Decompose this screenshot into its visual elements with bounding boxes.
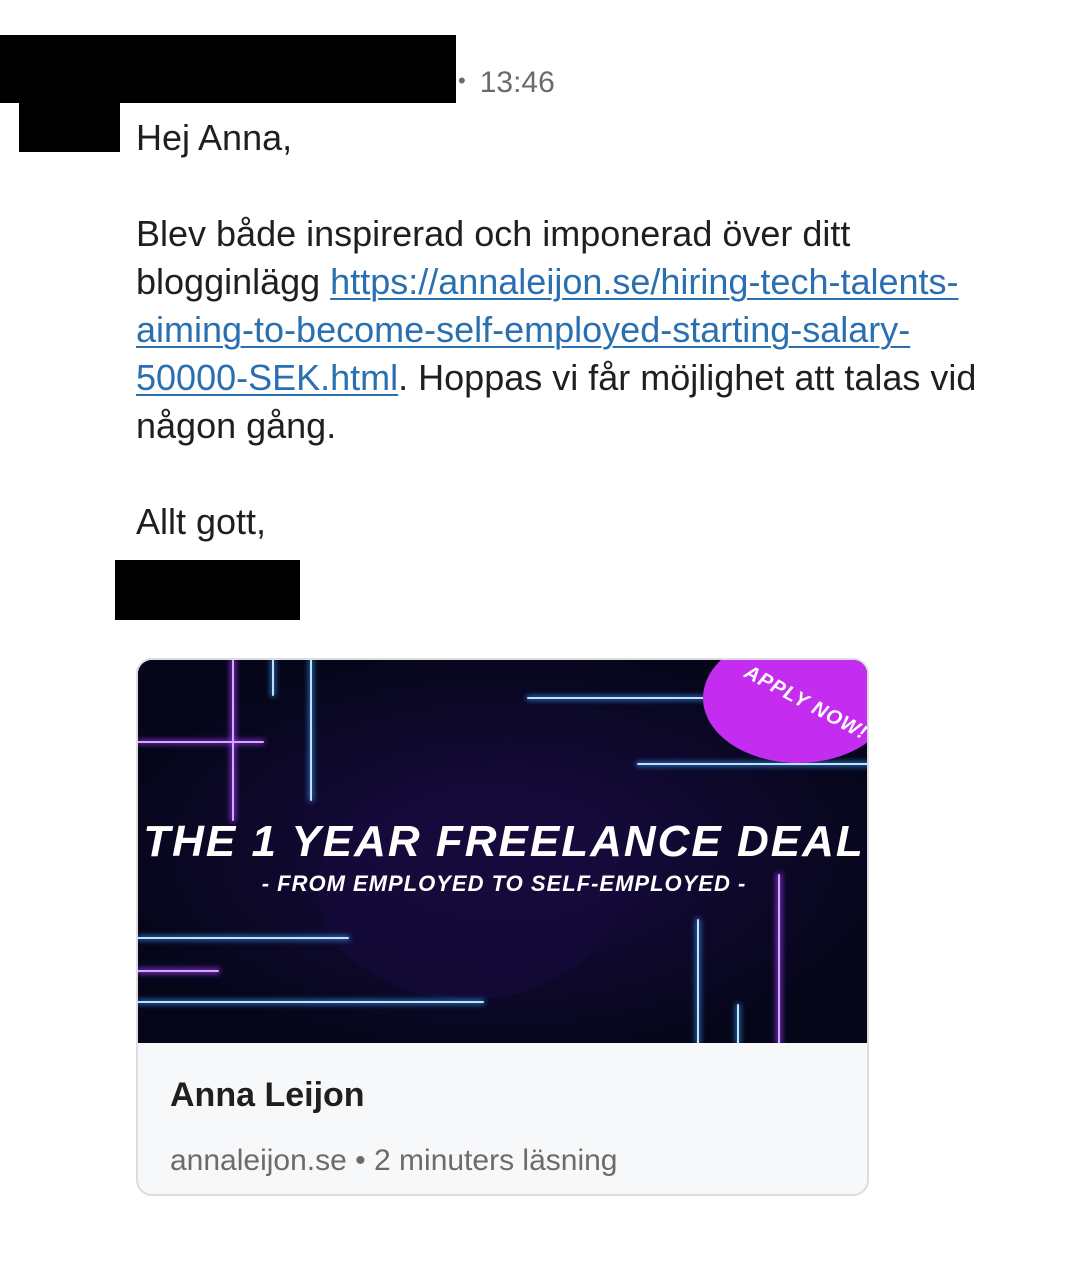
banner-artwork: APPLY NOW! THE 1 YEAR FREELANCE DEAL - F…	[138, 660, 867, 1043]
link-preview-domain: annaleijon.se	[170, 1144, 347, 1177]
message-header: • 13:46	[458, 66, 555, 100]
closing-text: Allt gott,	[136, 501, 267, 542]
greeting-text: Hej Anna,	[136, 117, 293, 158]
link-preview-card[interactable]: APPLY NOW! THE 1 YEAR FREELANCE DEAL - F…	[136, 658, 869, 1196]
link-preview-separator: •	[355, 1144, 366, 1177]
redacted-sender-name	[0, 35, 456, 103]
redacted-avatar	[19, 103, 120, 152]
message-body: Hej Anna, Blev både inspirerad och impon…	[136, 114, 1016, 546]
redacted-signature	[115, 560, 300, 620]
message-paragraph: Blev både inspirerad och imponerad över …	[136, 210, 1016, 450]
link-preview-title: Anna Leijon	[170, 1076, 365, 1114]
link-preview-banner-image[interactable]: APPLY NOW! THE 1 YEAR FREELANCE DEAL - F…	[138, 660, 867, 1043]
link-preview-meta: annaleijon.se • 2 minuters läsning	[170, 1144, 617, 1178]
header-separator: •	[458, 68, 466, 93]
banner-subheadline: - FROM EMPLOYED TO SELF-EMPLOYED -	[262, 871, 747, 896]
link-preview-read-time: 2 minuters läsning	[374, 1144, 618, 1177]
banner-headline: THE 1 YEAR FREELANCE DEAL	[143, 817, 865, 866]
message-timestamp: 13:46	[479, 66, 555, 99]
